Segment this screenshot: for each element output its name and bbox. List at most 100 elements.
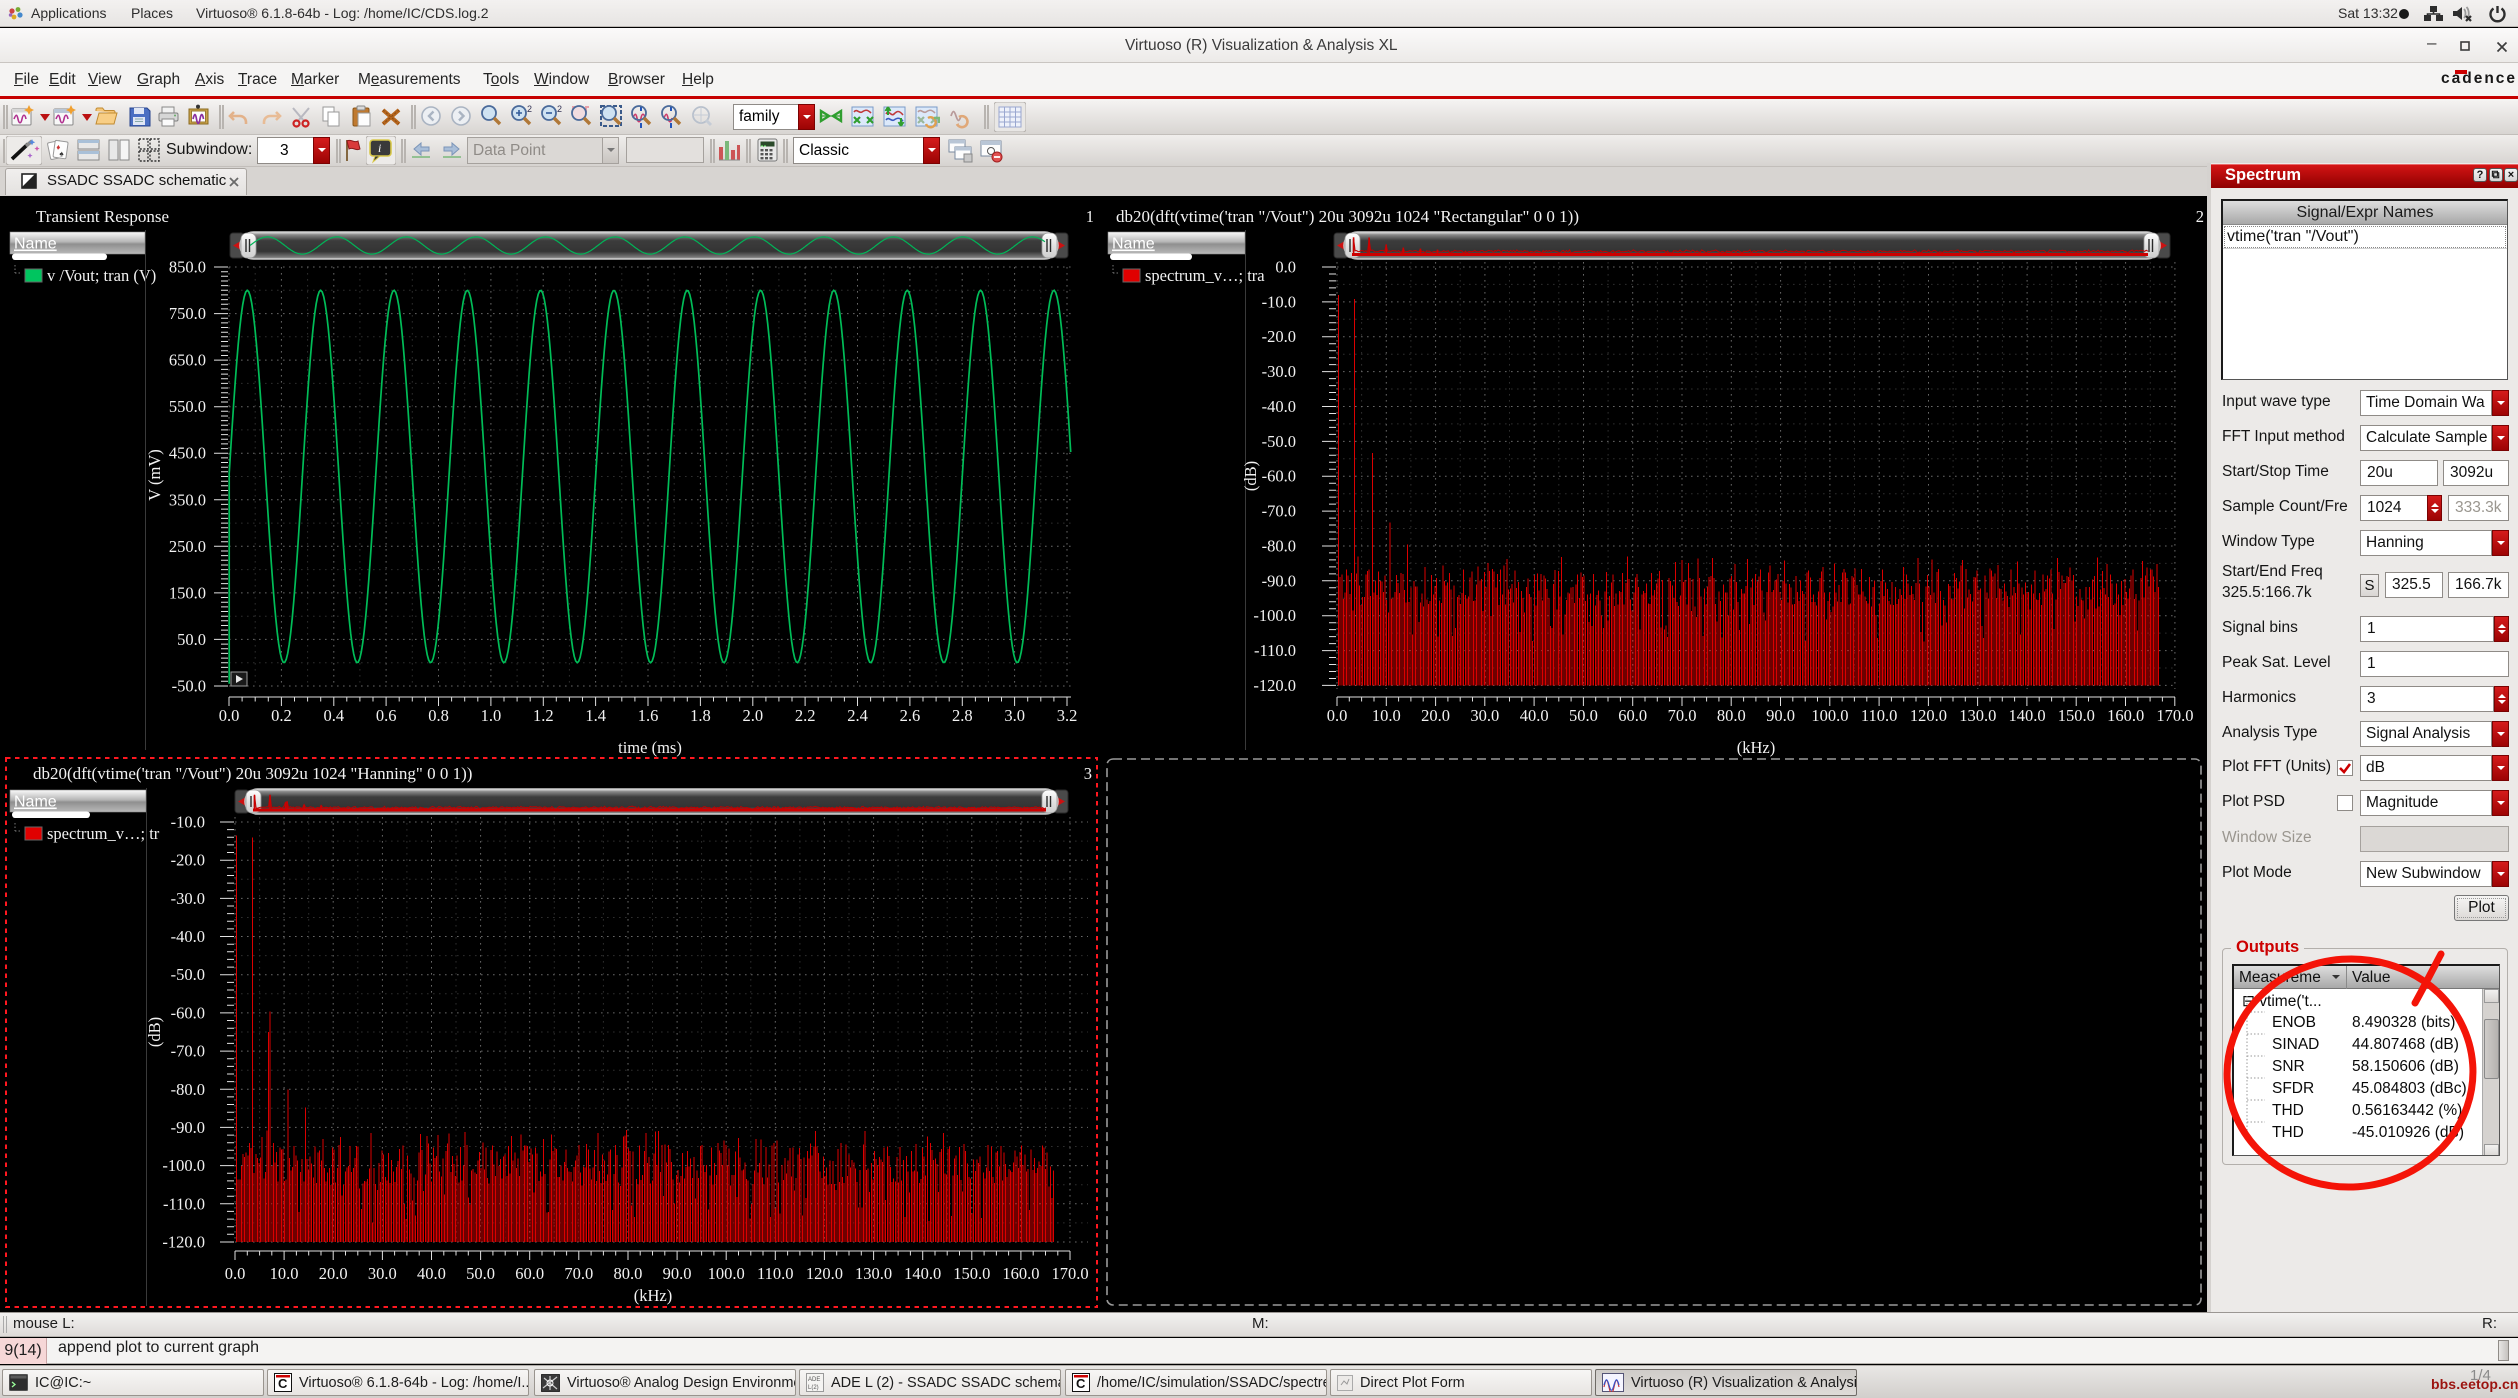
svg-text:C: C (1076, 1376, 1086, 1391)
svg-text:(kHz): (kHz) (1737, 738, 1775, 757)
svg-text:30.0: 30.0 (1470, 706, 1499, 725)
svg-text:70.0: 70.0 (564, 1264, 593, 1283)
svg-text:450.0: 450.0 (169, 444, 206, 463)
svg-text:140.0: 140.0 (904, 1264, 941, 1283)
svg-text:110.0: 110.0 (757, 1264, 794, 1283)
svg-text:ADE: ADE (808, 1377, 820, 1383)
svg-text:-20.0: -20.0 (171, 851, 205, 870)
svg-text:1.8: 1.8 (690, 706, 711, 725)
svg-text:-100.0: -100.0 (162, 1156, 205, 1175)
svg-text:10.0: 10.0 (270, 1264, 299, 1283)
svg-text:db20(dft(vtime('tran "/Vout"): db20(dft(vtime('tran "/Vout") 20u 3092u … (33, 764, 472, 783)
svg-text:-40.0: -40.0 (171, 927, 205, 946)
svg-text:-120.0: -120.0 (162, 1232, 205, 1251)
svg-text:550.0: 550.0 (169, 397, 206, 416)
svg-text:-50.0: -50.0 (1262, 432, 1296, 451)
svg-text:60.0: 60.0 (515, 1264, 544, 1283)
svg-text:2.6: 2.6 (900, 706, 921, 725)
svg-text:750.0: 750.0 (169, 304, 206, 323)
svg-text:160.0: 160.0 (2107, 706, 2144, 725)
svg-text:0.0: 0.0 (1275, 258, 1296, 277)
svg-text:0.8: 0.8 (428, 706, 449, 725)
svg-text:-10.0: -10.0 (171, 813, 205, 832)
svg-text:70.0: 70.0 (1668, 706, 1697, 725)
svg-text:-30.0: -30.0 (171, 889, 205, 908)
svg-text:60.0: 60.0 (1618, 706, 1647, 725)
svg-text:1.4: 1.4 (585, 706, 606, 725)
svg-text:250.0: 250.0 (169, 537, 206, 556)
svg-text:-110.0: -110.0 (1254, 641, 1296, 660)
svg-text:spectrum_v…; tr: spectrum_v…; tr (47, 824, 160, 843)
svg-text:160.0: 160.0 (1002, 1264, 1039, 1283)
svg-text:(dB): (dB) (145, 1017, 164, 1047)
svg-text:-110.0: -110.0 (163, 1194, 205, 1213)
svg-text:1.6: 1.6 (638, 706, 659, 725)
svg-text:Name: Name (14, 794, 57, 811)
svg-text:30.0: 30.0 (368, 1264, 397, 1283)
svg-text:-50.0: -50.0 (172, 677, 206, 696)
svg-text:-80.0: -80.0 (171, 1080, 205, 1099)
svg-text:90.0: 90.0 (1766, 706, 1795, 725)
svg-text:C: C (278, 1376, 288, 1391)
svg-text:120.0: 120.0 (806, 1264, 843, 1283)
svg-text:40.0: 40.0 (417, 1264, 446, 1283)
svg-text:350.0: 350.0 (169, 490, 206, 509)
svg-text:650.0: 650.0 (169, 351, 206, 370)
svg-text:150.0: 150.0 (2058, 706, 2095, 725)
svg-text:3.0: 3.0 (1004, 706, 1025, 725)
svg-text:0.0: 0.0 (1327, 706, 1348, 725)
svg-text:-40.0: -40.0 (1262, 397, 1296, 416)
svg-text:170.0: 170.0 (2156, 706, 2193, 725)
svg-text:80.0: 80.0 (1717, 706, 1746, 725)
svg-text:130.0: 130.0 (855, 1264, 892, 1283)
svg-text:1.2: 1.2 (533, 706, 554, 725)
svg-text:170.0: 170.0 (1051, 1264, 1088, 1283)
svg-text:spectrum_v…; tra: spectrum_v…; tra (1145, 266, 1265, 285)
svg-text:Transient Response: Transient Response (36, 207, 169, 226)
svg-text:150.0: 150.0 (169, 583, 206, 602)
svg-text:20.0: 20.0 (1421, 706, 1450, 725)
svg-text:140.0: 140.0 (2008, 706, 2045, 725)
svg-text:1: 1 (1086, 207, 1094, 226)
svg-text:3: 3 (1084, 764, 1092, 783)
svg-text:(dB): (dB) (1241, 461, 1260, 491)
svg-text:50.0: 50.0 (177, 630, 206, 649)
svg-text:-30.0: -30.0 (1262, 362, 1296, 381)
svg-text:L(2): L(2) (808, 1385, 819, 1391)
svg-text:-60.0: -60.0 (171, 1003, 205, 1022)
svg-text:0.6: 0.6 (376, 706, 397, 725)
svg-text:time (ms): time (ms) (618, 738, 682, 757)
svg-text:2.8: 2.8 (952, 706, 973, 725)
svg-text:50.0: 50.0 (466, 1264, 495, 1283)
svg-text:v /Vout; tran (V): v /Vout; tran (V) (47, 266, 156, 285)
svg-text:2.2: 2.2 (795, 706, 816, 725)
svg-text:-10.0: -10.0 (1262, 292, 1296, 311)
svg-text:-90.0: -90.0 (171, 1118, 205, 1137)
svg-text:V (mV): V (mV) (145, 449, 164, 500)
svg-text:-60.0: -60.0 (1262, 467, 1296, 486)
svg-text:2.4: 2.4 (847, 706, 868, 725)
svg-text:-80.0: -80.0 (1262, 536, 1296, 555)
svg-text:10.0: 10.0 (1372, 706, 1401, 725)
svg-text:0.0: 0.0 (219, 706, 240, 725)
svg-text:40.0: 40.0 (1520, 706, 1549, 725)
svg-text:90.0: 90.0 (663, 1264, 692, 1283)
svg-text:3.2: 3.2 (1057, 706, 1078, 725)
svg-text:80.0: 80.0 (614, 1264, 643, 1283)
svg-text:20.0: 20.0 (319, 1264, 348, 1283)
svg-text:0.0: 0.0 (225, 1264, 246, 1283)
svg-text:120.0: 120.0 (1910, 706, 1947, 725)
svg-text:-90.0: -90.0 (1262, 571, 1296, 590)
svg-text:2: 2 (2196, 207, 2204, 226)
svg-text:0.2: 0.2 (271, 706, 292, 725)
svg-text:-20.0: -20.0 (1262, 327, 1296, 346)
svg-text:130.0: 130.0 (1959, 706, 1996, 725)
svg-text:-70.0: -70.0 (1262, 502, 1296, 521)
svg-text:50.0: 50.0 (1569, 706, 1598, 725)
svg-text:Name: Name (1112, 236, 1155, 253)
svg-text:-70.0: -70.0 (171, 1042, 205, 1061)
svg-text:100.0: 100.0 (1811, 706, 1848, 725)
svg-text:150.0: 150.0 (953, 1264, 990, 1283)
svg-text:-50.0: -50.0 (171, 965, 205, 984)
svg-text:100.0: 100.0 (708, 1264, 745, 1283)
